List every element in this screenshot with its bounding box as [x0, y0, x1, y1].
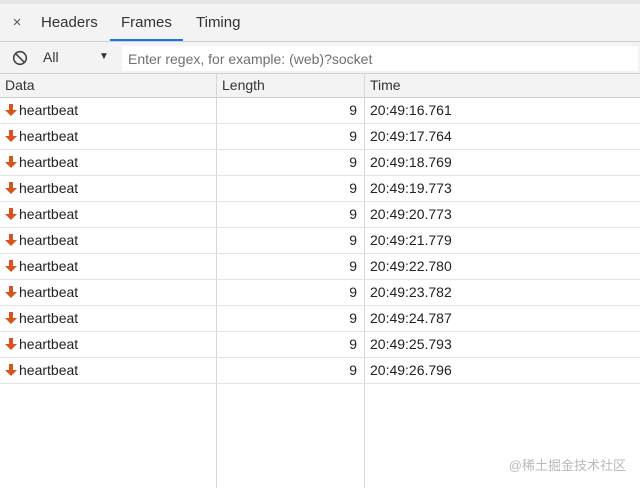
table-row[interactable]: heartbeat 9 20:49:17.764 — [0, 124, 640, 150]
column-header-data[interactable]: Data — [0, 74, 35, 97]
frame-data-text: heartbeat — [19, 232, 79, 248]
cell-data: heartbeat — [4, 254, 214, 279]
arrow-down-icon — [5, 130, 17, 142]
cell-data: heartbeat — [4, 202, 214, 227]
cell-length: 9 — [349, 362, 357, 378]
frame-data-text: heartbeat — [19, 180, 79, 196]
arrow-down-icon — [5, 208, 17, 220]
tab-timing[interactable]: Timing — [196, 4, 240, 41]
cell-length: 9 — [349, 284, 357, 300]
cell-data: heartbeat — [4, 280, 214, 305]
cell-time: 20:49:18.769 — [370, 154, 452, 170]
block-icon[interactable] — [12, 50, 28, 66]
table-row[interactable]: heartbeat 9 20:49:26.796 — [0, 358, 640, 384]
table-row[interactable]: heartbeat 9 20:49:23.782 — [0, 280, 640, 306]
arrow-down-icon — [5, 234, 17, 246]
watermark: @稀土掘金技术社区 — [508, 458, 626, 473]
table-row[interactable]: heartbeat 9 20:49:19.773 — [0, 176, 640, 202]
cell-time: 20:49:22.780 — [370, 258, 452, 274]
column-header-time[interactable]: Time — [365, 74, 401, 97]
cell-data: heartbeat — [4, 358, 214, 383]
filter-bar: All ▼ — [0, 42, 640, 74]
cell-data: heartbeat — [4, 124, 214, 149]
table-header: Data Length Time — [0, 74, 640, 98]
cell-length: 9 — [349, 128, 357, 144]
tab-headers[interactable]: Headers — [41, 4, 98, 41]
cell-length: 9 — [349, 336, 357, 352]
table-row[interactable]: heartbeat 9 20:49:16.761 — [0, 98, 640, 124]
cell-data: heartbeat — [4, 176, 214, 201]
cell-time: 20:49:26.796 — [370, 362, 452, 378]
cell-data: heartbeat — [4, 228, 214, 253]
cell-time: 20:49:25.793 — [370, 336, 452, 352]
frame-data-text: heartbeat — [19, 206, 79, 222]
cell-time: 20:49:23.782 — [370, 284, 452, 300]
arrow-down-icon — [5, 312, 17, 324]
tab-bar: × Headers Frames Timing — [0, 0, 640, 42]
frame-data-text: heartbeat — [19, 154, 79, 170]
frame-data-text: heartbeat — [19, 102, 79, 118]
cell-length: 9 — [349, 180, 357, 196]
arrow-down-icon — [5, 104, 17, 116]
frame-data-text: heartbeat — [19, 258, 79, 274]
table-row[interactable]: heartbeat 9 20:49:24.787 — [0, 306, 640, 332]
chevron-down-icon[interactable]: ▼ — [99, 51, 109, 62]
cell-data: heartbeat — [4, 332, 214, 357]
table-row[interactable]: heartbeat 9 20:49:18.769 — [0, 150, 640, 176]
cell-data: heartbeat — [4, 150, 214, 175]
cell-length: 9 — [349, 258, 357, 274]
frame-data-text: heartbeat — [19, 284, 79, 300]
arrow-down-icon — [5, 156, 17, 168]
arrow-down-icon — [5, 338, 17, 350]
cell-length: 9 — [349, 206, 357, 222]
message-type-select[interactable]: All — [43, 49, 59, 65]
frame-data-text: heartbeat — [19, 362, 79, 378]
tab-frames[interactable]: Frames — [110, 4, 183, 41]
arrow-down-icon — [5, 182, 17, 194]
arrow-down-icon — [5, 260, 17, 272]
cell-time: 20:49:17.764 — [370, 128, 452, 144]
cell-time: 20:49:21.779 — [370, 232, 452, 248]
frame-data-text: heartbeat — [19, 310, 79, 326]
cell-data: heartbeat — [4, 98, 214, 123]
table-row[interactable]: heartbeat 9 20:49:21.779 — [0, 228, 640, 254]
cell-data: heartbeat — [4, 306, 214, 331]
table-row[interactable]: heartbeat 9 20:49:22.780 — [0, 254, 640, 280]
arrow-down-icon — [5, 286, 17, 298]
cell-time: 20:49:20.773 — [370, 206, 452, 222]
close-icon[interactable]: × — [8, 13, 26, 33]
frame-data-text: heartbeat — [19, 128, 79, 144]
frame-data-text: heartbeat — [19, 336, 79, 352]
table-row[interactable]: heartbeat 9 20:49:20.773 — [0, 202, 640, 228]
arrow-down-icon — [5, 364, 17, 376]
column-header-length[interactable]: Length — [217, 74, 265, 97]
cell-length: 9 — [349, 102, 357, 118]
cell-length: 9 — [349, 154, 357, 170]
cell-length: 9 — [349, 232, 357, 248]
cell-time: 20:49:19.773 — [370, 180, 452, 196]
frames-table: heartbeat 9 20:49:16.761 heartbeat 9 20:49:17… — [0, 98, 640, 384]
filter-regex-input[interactable] — [122, 46, 638, 71]
table-row[interactable]: heartbeat 9 20:49:25.793 — [0, 332, 640, 358]
cell-time: 20:49:16.761 — [370, 102, 452, 118]
cell-length: 9 — [349, 310, 357, 326]
cell-time: 20:49:24.787 — [370, 310, 452, 326]
